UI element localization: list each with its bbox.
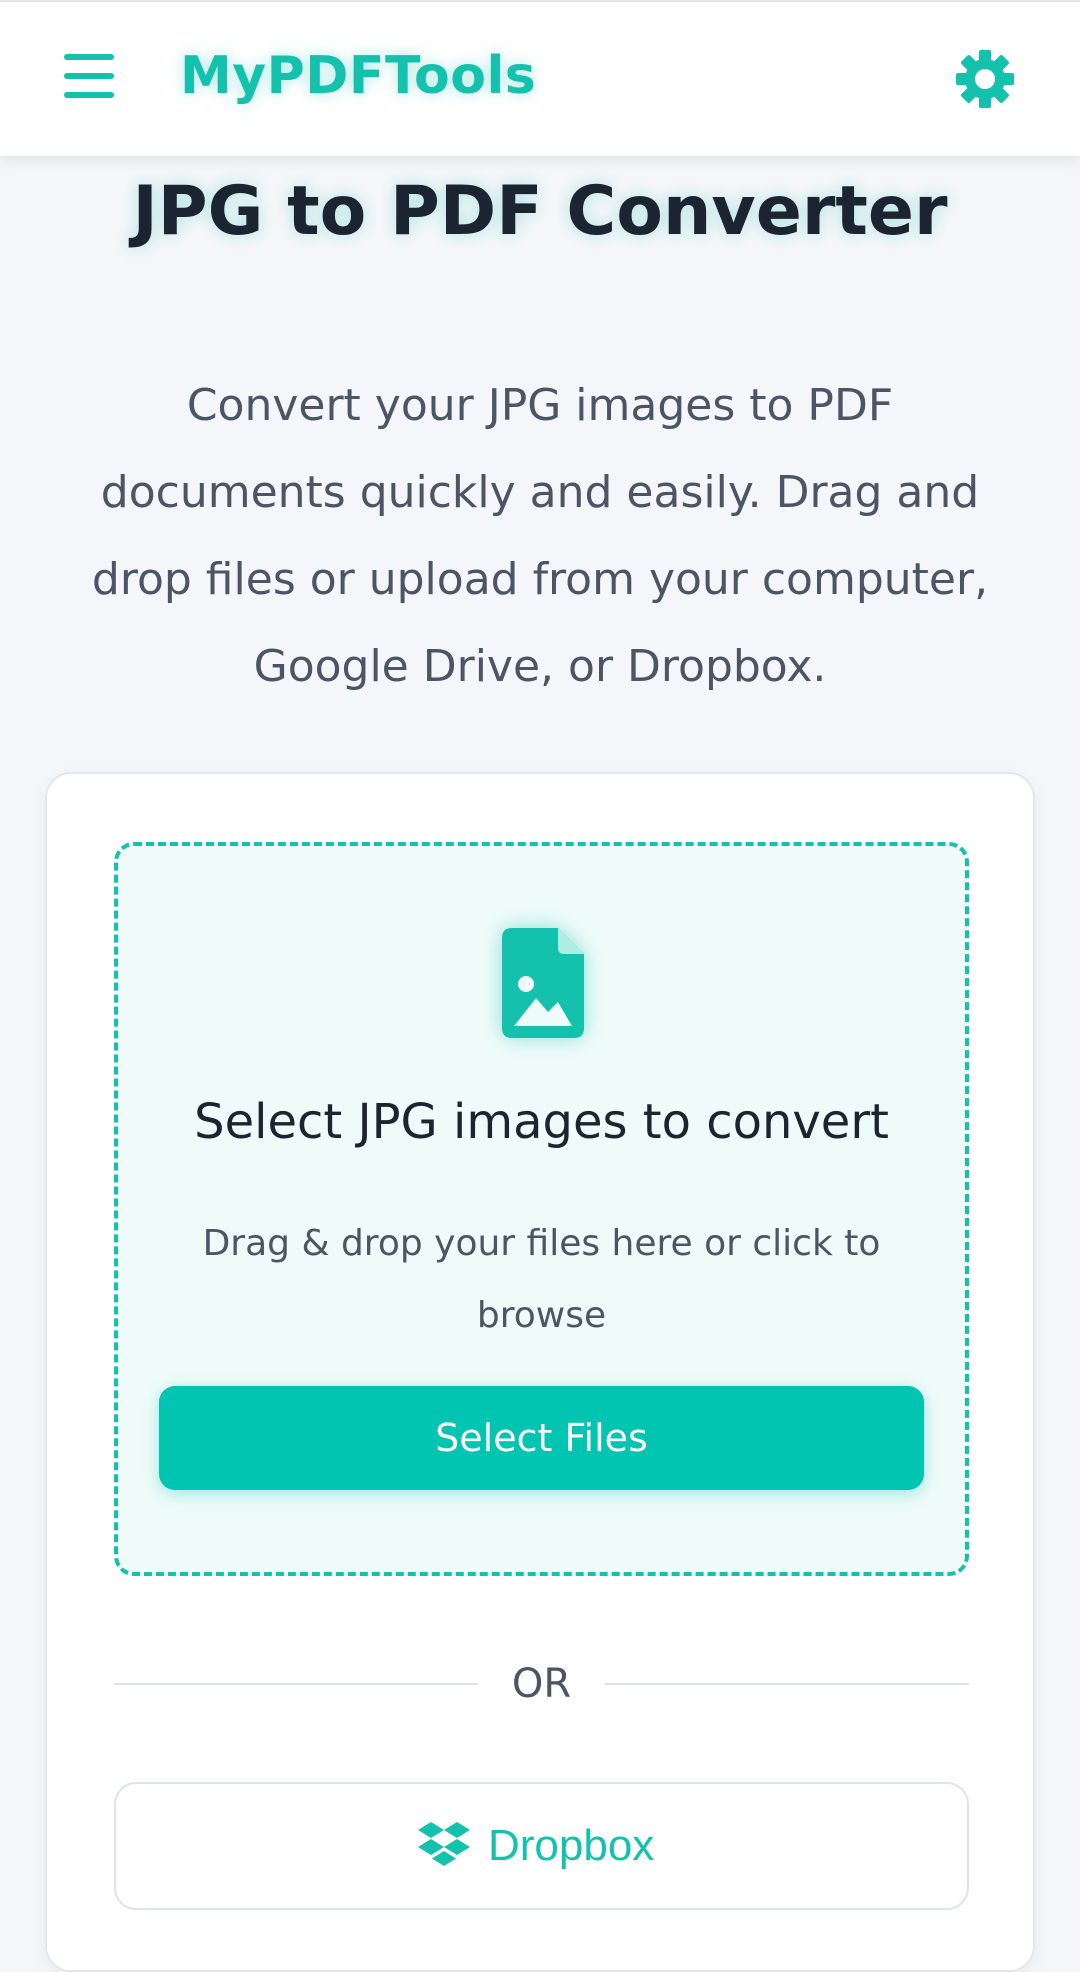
dropzone-subtitle: Drag & drop your files here or click to … xyxy=(202,1223,881,1336)
brand-logo-text[interactable]: MyPDFTools xyxy=(180,46,536,106)
upload-card: Select JPG images to convert Drag & drop… xyxy=(45,772,1035,1972)
dropzone-title: Select JPG images to convert xyxy=(194,1094,889,1150)
top-app-bar: MyPDFTools xyxy=(0,0,1080,156)
gear-icon[interactable] xyxy=(954,48,1016,110)
or-text: OR xyxy=(511,1661,572,1707)
intro-description: Convert your JPG images to PDF documents… xyxy=(91,380,989,692)
dropbox-button[interactable]: Dropbox xyxy=(114,1782,969,1910)
hamburger-menu-icon[interactable] xyxy=(64,54,114,98)
or-separator: OR xyxy=(114,1654,969,1714)
select-files-button[interactable]: Select Files xyxy=(159,1386,924,1490)
dropbox-label: Dropbox xyxy=(488,1821,655,1870)
dropbox-icon xyxy=(418,1822,470,1868)
page-title: JPG to PDF Converter xyxy=(132,172,948,251)
image-file-icon xyxy=(500,926,586,1040)
file-dropzone[interactable]: Select JPG images to convert Drag & drop… xyxy=(114,842,969,1576)
